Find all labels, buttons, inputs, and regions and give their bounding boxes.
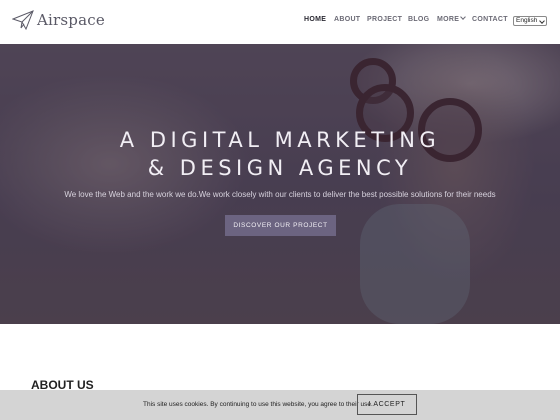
accept-cookies-button[interactable]: I ACCEPT xyxy=(357,394,417,415)
hero-title-line-1: A DIGITAL MARKETING xyxy=(119,128,441,152)
nav-more-label: MORE xyxy=(437,16,460,23)
language-select[interactable]: English xyxy=(513,16,547,26)
cookie-text: This site uses cookies. By continuing to… xyxy=(143,401,373,408)
hero-overlay xyxy=(0,44,560,324)
discover-project-button[interactable]: DISCOVER OUR PROJECT xyxy=(225,215,336,236)
hero-title-line-2: & DESIGN AGENCY xyxy=(147,156,413,180)
main-nav: HOME ABOUT PROJECT BLOG MORE CONTACT xyxy=(0,14,560,28)
hero-subtitle: We love the Web and the work we do.We wo… xyxy=(64,190,496,199)
cookie-bar: This site uses cookies. By continuing to… xyxy=(0,390,560,420)
nav-more[interactable]: MORE xyxy=(437,14,467,23)
site-header: Airspace HOME ABOUT PROJECT BLOG MORE CO… xyxy=(0,0,560,44)
chevron-down-icon xyxy=(460,14,467,20)
nav-home[interactable]: HOME xyxy=(304,16,326,23)
hero-section: A DIGITAL MARKETING & DESIGN AGENCY We l… xyxy=(0,44,560,324)
hero-title: A DIGITAL MARKETING & DESIGN AGENCY xyxy=(0,126,560,182)
nav-project[interactable]: PROJECT xyxy=(367,16,402,23)
language-value: English xyxy=(516,17,538,24)
nav-about[interactable]: ABOUT xyxy=(334,16,360,23)
chevron-down-icon xyxy=(539,18,545,24)
nav-contact[interactable]: CONTACT xyxy=(472,16,508,23)
nav-blog[interactable]: BLOG xyxy=(408,16,429,23)
